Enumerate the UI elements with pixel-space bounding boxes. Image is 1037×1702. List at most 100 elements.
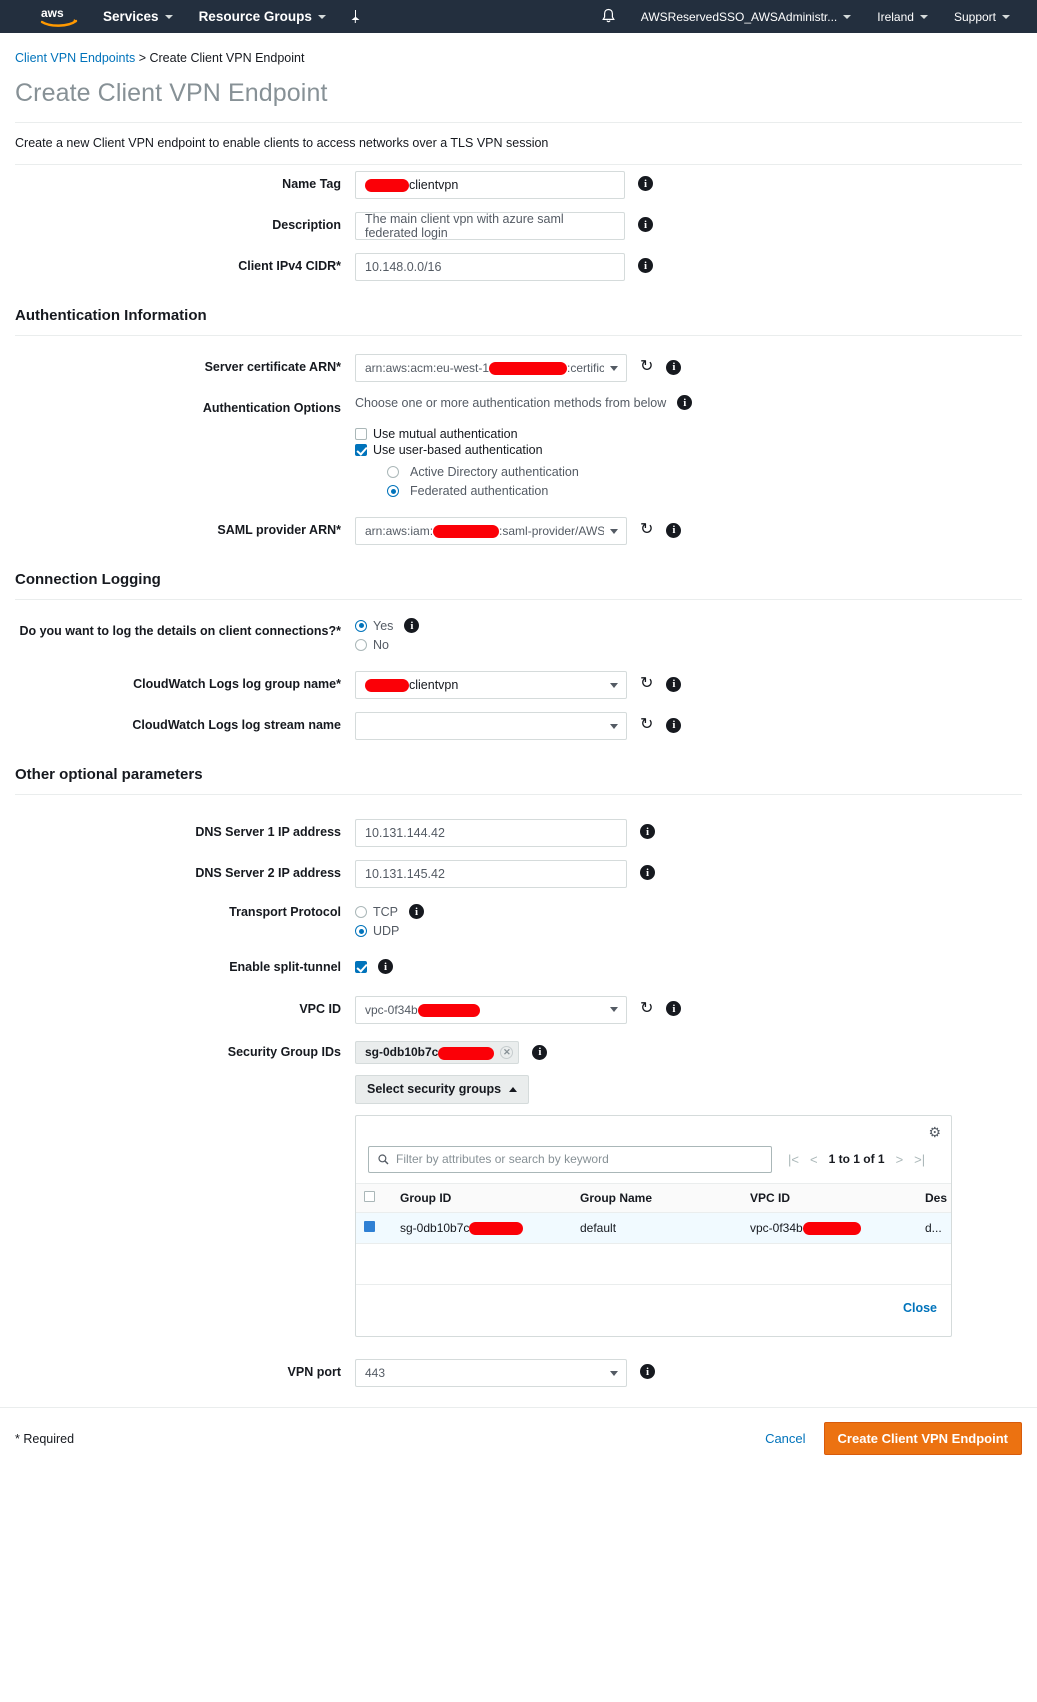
radio-transport-tcp[interactable]: TCP bbox=[355, 905, 398, 919]
vpn-port-select[interactable]: 443 bbox=[355, 1359, 627, 1388]
server-certificate-value: arn:aws:acm:eu-west-1:certificate. bbox=[365, 360, 604, 376]
breadcrumb-link-client-vpn-endpoints[interactable]: Client VPN Endpoints bbox=[15, 51, 135, 65]
dns-server-1-input[interactable]: 10.131.144.42 bbox=[355, 819, 627, 847]
info-icon[interactable]: i bbox=[640, 1364, 655, 1380]
server-certificate-suffix: :certificate. bbox=[567, 360, 604, 375]
vpc-id-select[interactable]: vpc-0f34b bbox=[355, 995, 627, 1024]
description-input[interactable]: The main client vpn with azure saml fede… bbox=[355, 212, 625, 240]
refresh-icon[interactable]: ↻ bbox=[640, 522, 653, 538]
nav-account-menu[interactable]: AWSReservedSSO_AWSAdministr... bbox=[628, 0, 865, 33]
gear-icon[interactable]: ⚙ bbox=[928, 1124, 941, 1141]
nav-region-menu[interactable]: Ireland bbox=[864, 0, 941, 33]
pagination-prev[interactable]: < bbox=[810, 1152, 818, 1167]
bell-icon[interactable] bbox=[589, 8, 628, 25]
info-icon[interactable]: i bbox=[638, 258, 653, 273]
refresh-icon[interactable]: ↻ bbox=[640, 359, 653, 375]
refresh-icon[interactable]: ↻ bbox=[640, 1000, 653, 1017]
authentication-heading: Authentication Information bbox=[15, 307, 207, 324]
log-stream-name-select[interactable] bbox=[355, 712, 627, 740]
security-group-ids-field: sg-0db10b7c ✕ i Select security groups ⚙ bbox=[355, 1040, 952, 1338]
info-icon[interactable]: i bbox=[532, 1044, 548, 1060]
client-cidr-controls: i bbox=[638, 253, 653, 273]
info-icon[interactable]: i bbox=[666, 676, 682, 692]
info-icon[interactable]: i bbox=[638, 176, 653, 191]
pagination-last[interactable]: >| bbox=[914, 1152, 925, 1167]
info-icon[interactable]: i bbox=[640, 824, 655, 839]
refresh-icon[interactable]: ↻ bbox=[640, 717, 653, 733]
client-cidr-input[interactable]: 10.148.0.0/16 bbox=[355, 253, 625, 281]
table-row[interactable]: sg-0db10b7c default vpc-0f34b d... bbox=[356, 1212, 951, 1245]
chevron-up-icon bbox=[509, 1086, 518, 1092]
row-server-certificate: Server certificate ARN* arn:aws:acm:eu-w… bbox=[15, 354, 1022, 382]
refresh-icon[interactable]: ↻ bbox=[640, 676, 653, 692]
row-transport-protocol: Transport Protocol TCP i UDP bbox=[15, 904, 1022, 940]
search-input[interactable]: Filter by attributes or search by keywor… bbox=[368, 1145, 772, 1173]
nav-account-label: AWSReservedSSO_AWSAdministr... bbox=[640, 9, 838, 24]
chevron-down-icon bbox=[610, 1370, 618, 1376]
chevron-down-icon bbox=[610, 723, 618, 729]
info-icon[interactable]: i bbox=[638, 217, 653, 232]
redaction-bar bbox=[489, 362, 568, 376]
chevron-down-icon bbox=[610, 1007, 618, 1013]
checkbox-icon bbox=[355, 428, 367, 440]
table-header-group-name[interactable]: Group Name bbox=[572, 1182, 742, 1213]
table-header-group-id[interactable]: Group ID bbox=[392, 1182, 572, 1213]
aws-logo[interactable]: aws bbox=[28, 5, 90, 29]
radio-log-yes[interactable]: Yes bbox=[355, 619, 393, 633]
close-panel-link[interactable]: Close bbox=[903, 1301, 937, 1315]
checkbox-user-based-authentication[interactable]: Use user-based authentication bbox=[355, 443, 692, 457]
select-security-groups-label: Select security groups bbox=[367, 1082, 502, 1097]
info-icon[interactable]: i bbox=[409, 904, 424, 919]
saml-provider-label: SAML provider ARN* bbox=[217, 523, 341, 537]
pin-icon[interactable] bbox=[343, 9, 368, 24]
row-dns-server-2: DNS Server 2 IP address 10.131.145.42 i bbox=[15, 860, 1022, 888]
info-icon[interactable]: i bbox=[666, 717, 682, 733]
radio-federated-authentication[interactable]: Federated authentication bbox=[387, 484, 692, 498]
row-vpc-id-text: vpc-0f34b bbox=[750, 1220, 803, 1235]
server-certificate-select[interactable]: arn:aws:acm:eu-west-1:certificate. bbox=[355, 354, 627, 382]
info-icon[interactable]: i bbox=[666, 1001, 682, 1017]
connection-logging-divider bbox=[15, 599, 1022, 600]
close-icon[interactable]: ✕ bbox=[500, 1045, 514, 1059]
saml-provider-select[interactable]: arn:aws:iam::saml-provider/AWS- bbox=[355, 517, 627, 545]
nav-resource-groups[interactable]: Resource Groups bbox=[186, 0, 339, 33]
saml-provider-suffix: :saml-provider/AWS- bbox=[499, 523, 604, 538]
nav-services[interactable]: Services bbox=[90, 0, 186, 33]
create-client-vpn-endpoint-button[interactable]: Create Client VPN Endpoint bbox=[823, 1422, 1022, 1456]
row-client-cidr: Client IPv4 CIDR* 10.148.0.0/16 i bbox=[15, 253, 1022, 281]
row-checkbox-cell[interactable] bbox=[356, 1212, 392, 1245]
nav-support-menu[interactable]: Support bbox=[941, 0, 1023, 33]
user-based-authentication-label: Use user-based authentication bbox=[373, 443, 543, 457]
info-icon[interactable]: i bbox=[378, 959, 393, 974]
security-group-pill[interactable]: sg-0db10b7c ✕ bbox=[355, 1040, 520, 1064]
radio-transport-udp[interactable]: UDP bbox=[355, 924, 424, 938]
name-tag-input[interactable]: clientvpn bbox=[355, 171, 625, 199]
info-icon[interactable]: i bbox=[677, 395, 693, 410]
log-details-question-label: Do you want to log the details on client… bbox=[19, 624, 341, 638]
description-field: The main client vpn with azure saml fede… bbox=[355, 212, 625, 240]
nav-services-label: Services bbox=[103, 9, 159, 24]
table-header-description[interactable]: Des bbox=[917, 1182, 951, 1213]
pagination-first[interactable]: |< bbox=[788, 1152, 799, 1167]
cancel-button[interactable]: Cancel bbox=[765, 1431, 805, 1446]
log-stream-name-controls: ↻ i bbox=[640, 712, 682, 733]
radio-active-directory-authentication[interactable]: Active Directory authentication bbox=[387, 465, 692, 479]
chevron-down-icon bbox=[843, 14, 852, 19]
search-placeholder: Filter by attributes or search by keywor… bbox=[396, 1152, 609, 1167]
pagination-next[interactable]: > bbox=[896, 1152, 904, 1167]
dns-server-2-input[interactable]: 10.131.145.42 bbox=[355, 860, 627, 888]
log-group-name-select[interactable]: clientvpn bbox=[355, 671, 627, 699]
info-icon[interactable]: i bbox=[640, 865, 655, 880]
transport-protocol-radio-group: TCP i UDP bbox=[355, 904, 424, 940]
redaction-bar bbox=[417, 1004, 480, 1018]
checkbox-checked-icon[interactable] bbox=[355, 960, 367, 973]
select-security-groups-button[interactable]: Select security groups bbox=[355, 1074, 530, 1104]
checkbox-icon[interactable] bbox=[364, 1190, 375, 1202]
checkbox-mutual-authentication[interactable]: Use mutual authentication bbox=[355, 427, 692, 441]
chevron-down-icon bbox=[919, 14, 928, 19]
info-icon[interactable]: i bbox=[404, 618, 420, 633]
info-icon[interactable]: i bbox=[666, 359, 682, 375]
radio-log-no[interactable]: No bbox=[355, 638, 419, 652]
info-icon[interactable]: i bbox=[666, 522, 682, 538]
table-header-vpc-id[interactable]: VPC ID bbox=[742, 1182, 917, 1213]
